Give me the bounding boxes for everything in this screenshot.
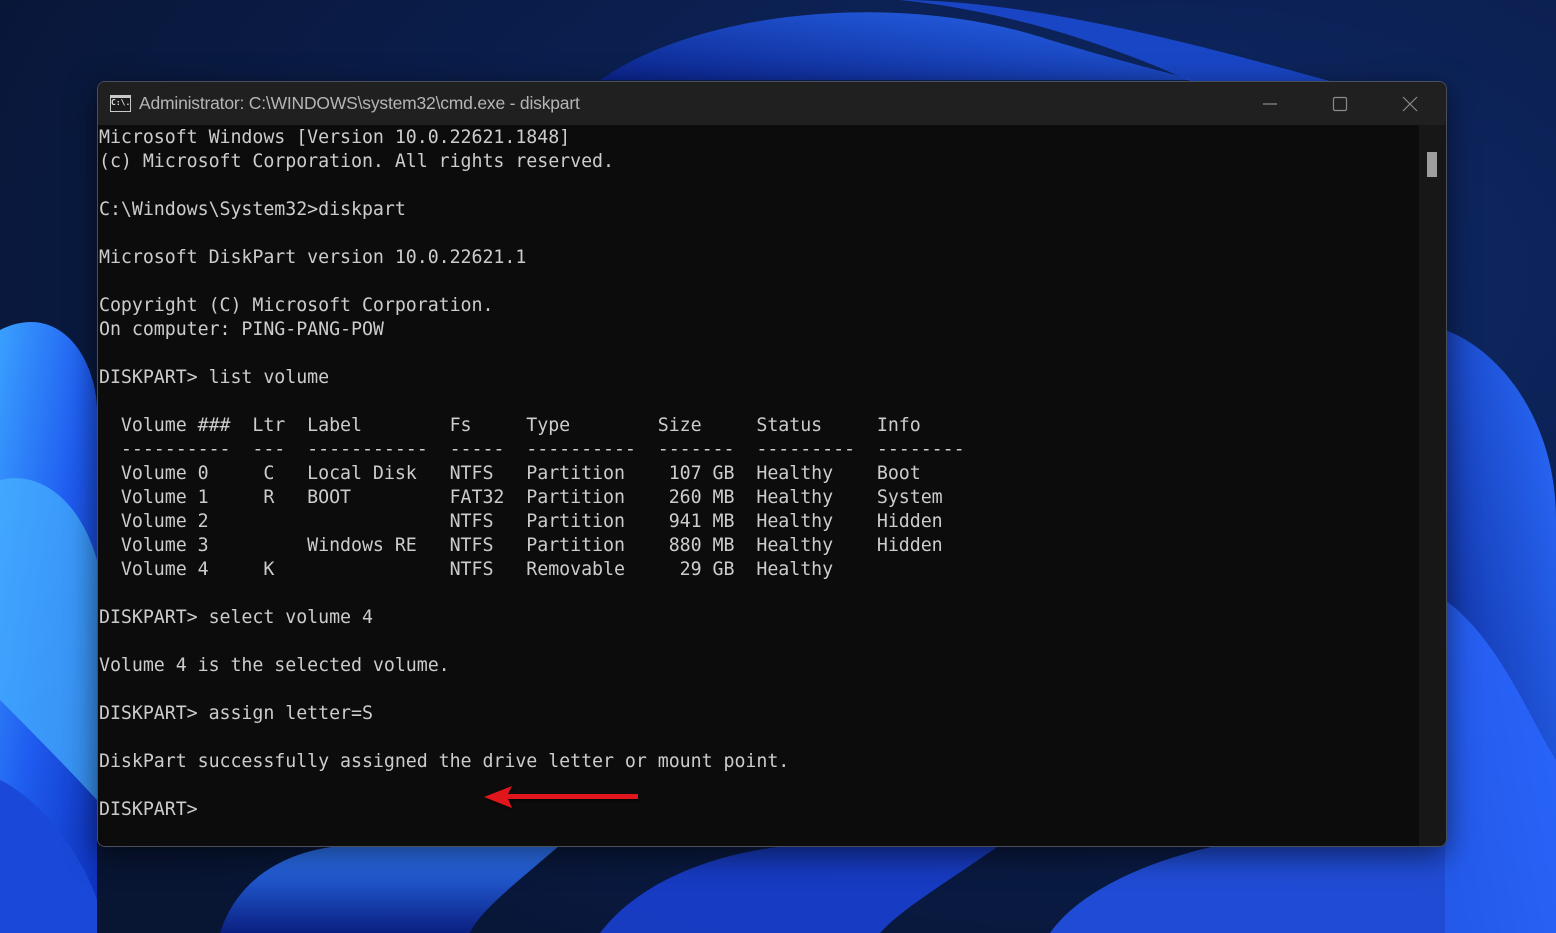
output-line: Microsoft DiskPart version 10.0.22621.1 — [99, 247, 527, 268]
output-line: ---------- --- ----------- ----- -------… — [99, 439, 965, 460]
command-line: DISKPART> select volume 4 — [99, 607, 373, 628]
cmd-app-icon[interactable]: C:\. — [110, 95, 131, 112]
maximize-button[interactable] — [1305, 82, 1375, 125]
minimize-button[interactable] — [1235, 82, 1305, 125]
output-line: Volume 1 R BOOT FAT32 Partition 260 MB H… — [99, 487, 943, 508]
output-line: Volume 4 is the selected volume. — [99, 655, 450, 676]
scrollbar-thumb[interactable] — [1427, 152, 1437, 177]
close-button[interactable] — [1375, 82, 1445, 125]
title-bar[interactable]: C:\. Administrator: C:\WINDOWS\system32\… — [98, 82, 1446, 125]
output-line: Microsoft Windows [Version 10.0.22621.18… — [99, 127, 571, 148]
output-line: Volume 2 NTFS Partition 941 MB Healthy H… — [99, 511, 943, 532]
command-line: DISKPART> assign letter=S — [99, 703, 373, 724]
output-line: C:\Windows\System32>diskpart — [99, 199, 406, 220]
output-line: Volume 0 C Local Disk NTFS Partition 107… — [99, 463, 921, 484]
minimize-icon — [1263, 102, 1277, 105]
terminal-text: Microsoft Windows [Version 10.0.22621.18… — [99, 126, 965, 822]
output-line: Volume 4 K NTFS Removable 29 GB Healthy — [99, 559, 834, 580]
output-line: Volume ### Ltr Label Fs Type Size Status… — [99, 415, 921, 436]
close-icon — [1402, 96, 1418, 111]
output-line: (c) Microsoft Corporation. All rights re… — [99, 151, 614, 172]
output-line: Volume 3 Windows RE NTFS Partition 880 M… — [99, 535, 943, 556]
cmd-window: C:\. Administrator: C:\WINDOWS\system32\… — [97, 81, 1447, 847]
output-line: DiskPart successfully assigned the drive… — [99, 751, 790, 772]
output-line: On computer: PING-PANG-POW — [99, 319, 384, 340]
command-line: DISKPART> — [99, 799, 209, 820]
maximize-icon — [1332, 96, 1348, 111]
output-line: Copyright (C) Microsoft Corporation. — [99, 295, 494, 316]
console-output-area[interactable]: Microsoft Windows [Version 10.0.22621.18… — [98, 125, 1418, 846]
window-title: Administrator: C:\WINDOWS\system32\cmd.e… — [139, 93, 580, 113]
vertical-scrollbar[interactable] — [1419, 125, 1446, 846]
command-line: DISKPART> list volume — [99, 367, 330, 388]
